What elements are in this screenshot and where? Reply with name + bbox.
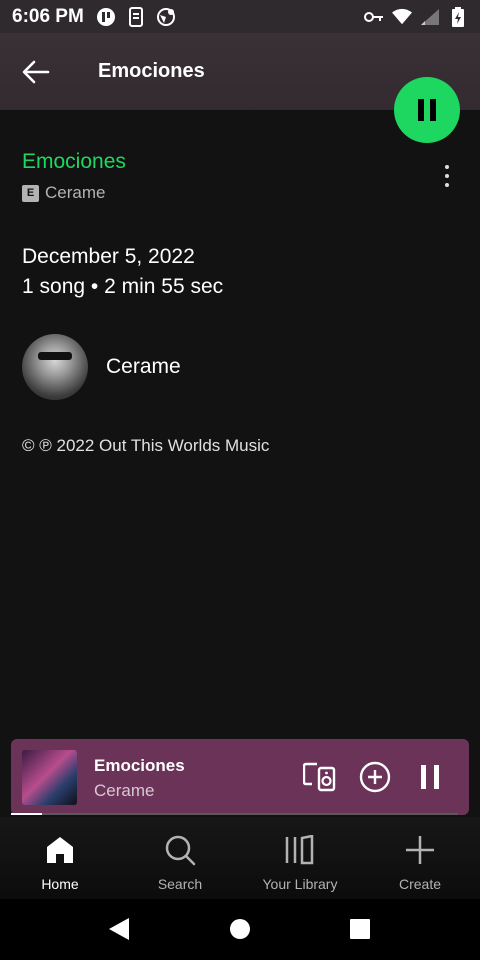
arrow-left-icon	[22, 60, 50, 83]
battery-charging-icon	[448, 6, 468, 27]
artist-card[interactable]: Cerame	[22, 334, 181, 400]
connect-device-icon	[303, 762, 336, 792]
add-to-library-button[interactable]	[357, 759, 393, 795]
nav-home[interactable]: Home	[0, 817, 120, 899]
status-time: 6:06 PM	[12, 5, 84, 27]
sim-card-icon	[126, 6, 146, 27]
status-notification-icons	[96, 6, 176, 27]
mini-player-artist: Cerame	[94, 781, 155, 800]
album-artist-row: E Cerame	[22, 183, 105, 203]
song-meta: 1 song • 2 min 55 sec	[22, 275, 224, 298]
circle-home-icon	[230, 919, 250, 939]
plus-circle-icon	[359, 761, 391, 793]
nav-search[interactable]: Search	[120, 817, 240, 899]
system-back-button[interactable]	[105, 915, 133, 943]
bottom-navigation: Home Search Your Library Create	[0, 817, 480, 899]
artist-avatar	[22, 334, 88, 400]
album-artist[interactable]: Cerame	[45, 183, 105, 203]
explicit-badge: E	[22, 184, 39, 202]
playback-progress	[11, 813, 458, 815]
playback-progress-fill	[11, 813, 43, 815]
mini-player-title: Emociones	[94, 756, 185, 775]
connect-device-button[interactable]	[302, 759, 338, 795]
system-home-button[interactable]	[226, 915, 254, 943]
copyright-text: © ℗ 2022 Out This Worlds Music	[22, 436, 270, 455]
pause-button[interactable]	[394, 77, 460, 143]
status-bar: 6:06 PM	[0, 0, 480, 33]
vpn-globe-icon	[156, 7, 176, 27]
release-date: December 5, 2022	[22, 245, 195, 268]
nav-create[interactable]: Create	[360, 817, 480, 899]
page-title: Emociones	[98, 60, 205, 82]
mini-pause-button[interactable]	[412, 759, 448, 795]
cell-signal-icon	[420, 7, 440, 27]
pause-icon	[418, 99, 436, 121]
system-navigation-bar	[0, 899, 480, 960]
more-options-button[interactable]	[432, 160, 462, 192]
search-icon	[163, 833, 197, 867]
app-notification-icon	[96, 7, 116, 27]
status-system-icons	[364, 6, 468, 27]
system-recents-button[interactable]	[346, 915, 374, 943]
nav-label-create: Create	[398, 876, 442, 892]
more-vertical-icon	[445, 165, 449, 169]
mini-player-artwork	[22, 750, 77, 805]
square-recents-icon	[350, 919, 370, 939]
nav-label-your-library: Your Library	[262, 876, 338, 892]
key-icon	[364, 7, 384, 27]
nav-your-library[interactable]: Your Library	[240, 817, 360, 899]
nav-label-search: Search	[157, 876, 203, 892]
album-title: Emociones	[22, 150, 126, 173]
pause-icon	[421, 765, 439, 789]
home-icon	[43, 833, 77, 867]
mini-player[interactable]: Emociones Cerame	[11, 739, 469, 815]
nav-label-home: Home	[41, 876, 79, 892]
wifi-icon	[392, 7, 412, 27]
plus-icon	[403, 833, 437, 867]
library-icon	[283, 833, 317, 867]
back-button[interactable]	[16, 52, 56, 92]
artist-name: Cerame	[106, 355, 181, 378]
triangle-back-icon	[109, 918, 129, 940]
